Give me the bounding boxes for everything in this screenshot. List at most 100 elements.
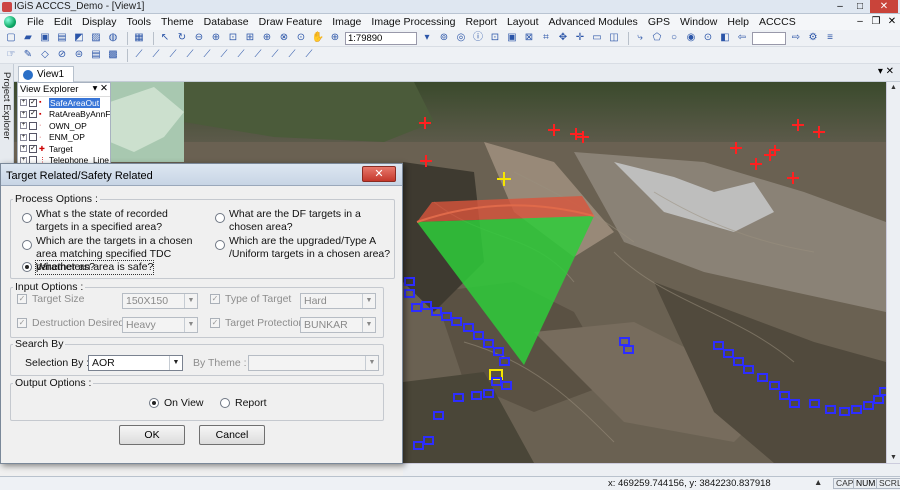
image-icon[interactable]: ▨ bbox=[89, 31, 103, 45]
route-icon[interactable]: ⤷ bbox=[633, 31, 647, 45]
mdi-close-button[interactable]: ✕ bbox=[884, 16, 900, 27]
line-tool-9-icon[interactable]: ⟋ bbox=[268, 48, 282, 62]
open-folder-icon[interactable]: ▰ bbox=[21, 31, 35, 45]
add-layer-icon[interactable]: ◩ bbox=[72, 31, 86, 45]
menu-database[interactable]: Database bbox=[199, 16, 254, 28]
hand-tool-icon[interactable]: ☞ bbox=[4, 48, 18, 62]
destruction-select[interactable]: Heavy ▼ bbox=[122, 317, 198, 333]
zoom-fixed-icon[interactable]: ⊞ bbox=[243, 31, 257, 45]
zoom-extent-icon[interactable]: ⊗ bbox=[277, 31, 291, 45]
menu-theme[interactable]: Theme bbox=[156, 16, 199, 28]
table-icon[interactable]: ▦ bbox=[132, 31, 146, 45]
merge-icon[interactable]: ⊜ bbox=[72, 48, 86, 62]
goto-input[interactable] bbox=[752, 31, 786, 45]
zoom-in-icon[interactable]: ⊕ bbox=[209, 31, 223, 45]
target-size-checkbox[interactable]: ✓ bbox=[17, 294, 27, 304]
properties-icon[interactable]: ▤ bbox=[89, 48, 103, 62]
layer-checkbox[interactable]: ✓ bbox=[29, 110, 37, 119]
split-icon[interactable]: ⊘ bbox=[55, 48, 69, 62]
select-area-icon[interactable]: ▣ bbox=[505, 31, 519, 45]
frame-icon[interactable]: ▭ bbox=[590, 31, 604, 45]
line-tool-7-icon[interactable]: ⟋ bbox=[234, 48, 248, 62]
line-tool-11-icon[interactable]: ⟋ bbox=[302, 48, 316, 62]
tab-view1[interactable]: View1 bbox=[18, 66, 74, 82]
horizontal-scrollbar[interactable] bbox=[403, 463, 900, 476]
layer-name[interactable]: Target bbox=[49, 144, 73, 154]
menu-layout[interactable]: Layout bbox=[502, 16, 544, 28]
line-tool-2-icon[interactable]: ⟋ bbox=[149, 48, 163, 62]
option-upgraded-targets-label[interactable]: Which are the upgraded/Type A /Uniform t… bbox=[229, 235, 394, 261]
feature-icon[interactable]: ◧ bbox=[718, 31, 732, 45]
select-arrow-icon[interactable]: ↖ bbox=[158, 31, 172, 45]
new-icon[interactable]: ▢ bbox=[4, 31, 18, 45]
menu-image-processing[interactable]: Image Processing bbox=[366, 16, 460, 28]
ok-button[interactable]: OK bbox=[119, 425, 185, 445]
vertical-scrollbar[interactable]: ▲ ▼ bbox=[886, 82, 900, 463]
line-tool-6-icon[interactable]: ⟋ bbox=[217, 48, 231, 62]
expand-icon[interactable]: + bbox=[20, 99, 27, 107]
mdi-restore-button[interactable]: ❐ bbox=[868, 16, 884, 27]
line-tool-5-icon[interactable]: ⟋ bbox=[200, 48, 214, 62]
scroll-down-icon[interactable]: ▼ bbox=[890, 454, 897, 461]
menu-draw-feature[interactable]: Draw Feature bbox=[254, 16, 328, 28]
menu-display[interactable]: Display bbox=[77, 16, 121, 28]
menu-window[interactable]: Window bbox=[675, 16, 722, 28]
print-icon[interactable]: ▤ bbox=[55, 31, 69, 45]
layer-name[interactable]: RatAreaByAnnFl bbox=[49, 109, 110, 119]
measure-icon[interactable]: ◎ bbox=[454, 31, 468, 45]
on-view-radio[interactable] bbox=[149, 398, 159, 408]
save-icon[interactable]: ▣ bbox=[38, 31, 52, 45]
type-of-target-checkbox[interactable]: ✓ bbox=[210, 294, 220, 304]
menu-file[interactable]: File bbox=[22, 16, 49, 28]
line-tool-1-icon[interactable]: ⟋ bbox=[132, 48, 146, 62]
layer-name[interactable]: OWN_OP bbox=[49, 121, 87, 131]
layer-row[interactable]: + · ENM_OP bbox=[18, 132, 110, 144]
expand-icon[interactable]: + bbox=[20, 145, 27, 153]
scroll-up-icon[interactable]: ▲ bbox=[890, 84, 897, 91]
back-icon[interactable]: ⇦ bbox=[735, 31, 749, 45]
tab-close-icon[interactable]: ▾ ✕ bbox=[878, 66, 894, 77]
close-window-button[interactable]: ✕ bbox=[870, 0, 898, 13]
mdi-minimize-button[interactable]: – bbox=[852, 16, 868, 27]
grid-icon[interactable]: ⌗ bbox=[539, 31, 553, 45]
zoom-scale-icon[interactable]: ⊕ bbox=[328, 31, 342, 45]
settings-icon[interactable]: ⚙ bbox=[806, 31, 820, 45]
layer-checkbox[interactable] bbox=[29, 133, 37, 142]
expand-icon[interactable]: + bbox=[20, 122, 27, 130]
menu-report[interactable]: Report bbox=[460, 16, 502, 28]
option-tdc-parameters-radio[interactable] bbox=[22, 240, 32, 250]
type-of-target-select[interactable]: Hard ▼ bbox=[300, 293, 376, 309]
expand-icon[interactable]: + bbox=[20, 110, 27, 118]
point-icon[interactable]: ⊙ bbox=[701, 31, 715, 45]
option-upgraded-targets-radio[interactable] bbox=[215, 240, 225, 250]
target-size-select[interactable]: 150X150 ▼ bbox=[122, 293, 198, 309]
menu-gps[interactable]: GPS bbox=[643, 16, 675, 28]
color-fill-icon[interactable]: ▩ bbox=[106, 48, 120, 62]
refresh-icon[interactable]: ↻ bbox=[175, 31, 189, 45]
layer-row[interactable]: + ✓ ▪ SafeAreaOut bbox=[18, 97, 110, 109]
menu-advanced-modules[interactable]: Advanced Modules bbox=[544, 16, 643, 28]
menu-edit[interactable]: Edit bbox=[49, 16, 77, 28]
line-tool-10-icon[interactable]: ⟋ bbox=[285, 48, 299, 62]
zoom-window-icon[interactable]: ⊡ bbox=[226, 31, 240, 45]
export-icon[interactable]: ◫ bbox=[607, 31, 621, 45]
option-area-safe-radio[interactable] bbox=[22, 262, 32, 272]
layer-name[interactable]: ENM_OP bbox=[49, 132, 85, 142]
option-df-targets-radio[interactable] bbox=[215, 213, 225, 223]
target-protection-checkbox[interactable]: ✓ bbox=[210, 318, 220, 328]
map-scale-input[interactable]: 1:79890 bbox=[345, 31, 417, 45]
layer-row[interactable]: + ✓ ✚ Target bbox=[18, 143, 110, 155]
report-radio[interactable] bbox=[220, 398, 230, 408]
target-protection-select[interactable]: BUNKAR ▼ bbox=[300, 317, 376, 333]
menu-tools[interactable]: Tools bbox=[121, 16, 156, 28]
layer-checkbox[interactable] bbox=[29, 121, 37, 130]
pin-close-icon[interactable]: ▾ ✕ bbox=[93, 83, 108, 94]
layer-checkbox[interactable]: ✓ bbox=[29, 144, 37, 153]
line-tool-4-icon[interactable]: ⟋ bbox=[183, 48, 197, 62]
scale-dropdown-icon[interactable]: ▾ bbox=[420, 31, 434, 45]
line-tool-3-icon[interactable]: ⟋ bbox=[166, 48, 180, 62]
expand-icon[interactable]: + bbox=[20, 133, 27, 141]
edit-pencil-icon[interactable]: ✎ bbox=[21, 48, 35, 62]
forward-icon[interactable]: ⇨ bbox=[789, 31, 803, 45]
option-df-targets-label[interactable]: What are the DF targets in a chosen area… bbox=[229, 208, 389, 234]
